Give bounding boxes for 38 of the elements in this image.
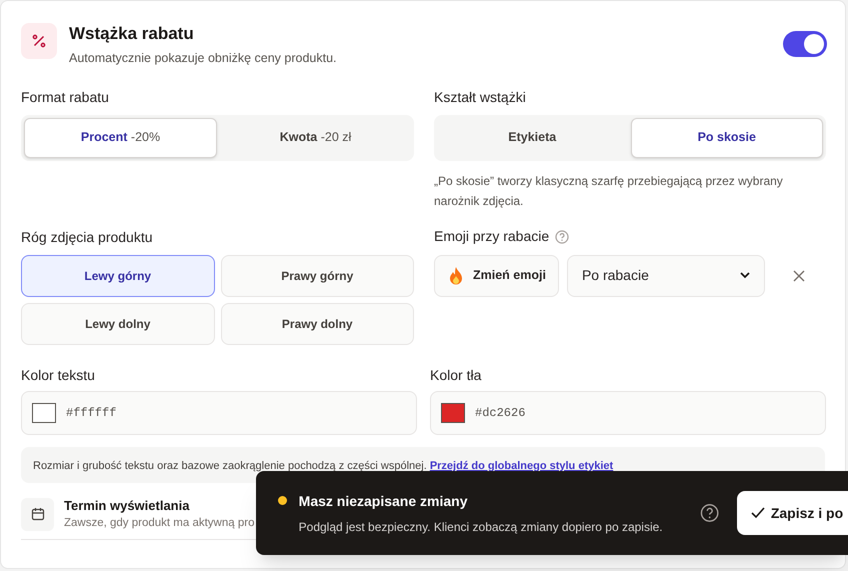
color-input[interactable]: #ffffff [21,390,417,435]
segment-option[interactable]: Procent -20% [24,118,217,158]
percent-icon [21,23,57,59]
segment-option[interactable]: Etykieta [437,118,628,158]
field-label: Format rabatu [21,88,110,107]
change-emoji-button[interactable]: Zmień emoji [434,254,559,297]
term-subtitle: Zawsze, gdy produkt ma aktywną pro [64,516,254,532]
close-icon[interactable] [792,270,805,282]
toast-title: Masz niezapisane zmiany [298,492,468,511]
hint-text: „Po skosie” tworzy klasyczną szarfę przebiegającą przez wybrany narożnik zdjęcia. [434,172,784,210]
corner-option[interactable]: Prawy dolny [220,302,414,345]
check-icon [750,507,765,519]
segment-option[interactable]: Po skosie [630,118,823,158]
flame-icon [447,266,465,286]
field-label: Róg zdjęcia produktu [21,228,154,247]
corner-option[interactable]: Lewy górny [21,254,214,297]
corner-option[interactable]: Prawy górny [220,254,414,297]
field-label: Emoji przy rabacie [434,227,550,246]
field-label: Kształt wstążki [434,88,527,107]
color-swatch [441,402,465,423]
field-label: Kolor tła [430,366,482,385]
color-input[interactable]: #dc2626 [430,390,826,435]
calendar-icon [21,498,54,531]
segment-option[interactable]: Kwota -20 zł [220,118,411,158]
save-button[interactable]: Zapisz i po [736,491,848,535]
chevron-down-icon [740,272,750,280]
corner-option[interactable]: Lewy dolny [21,302,214,345]
color-swatch [32,402,56,423]
section-subtitle: Automatycznie pokazuje obniżkę ceny produktu. [69,50,338,67]
toast-message: Podgląd jest bezpieczny. Klienci zobaczą zmiany dopiero po zapisie. [298,518,664,536]
position-select[interactable]: Po rabacie [566,254,765,297]
toggle-switch[interactable] [783,31,827,57]
term-title: Termin wyświetlania [64,496,190,515]
section-title: Wstążka rabatu [69,23,195,45]
help-icon[interactable] [700,503,719,523]
field-label: Kolor tekstu [21,366,96,385]
info-text: Rozmiar i grubość tekstu oraz bazowe zaokrąglenie pochodzą z części wspólnej. Przejdź do globalnego stylu etykiet [33,460,614,472]
global-style-link[interactable]: Przejdź do globalnego stylu etykiet [430,460,614,472]
